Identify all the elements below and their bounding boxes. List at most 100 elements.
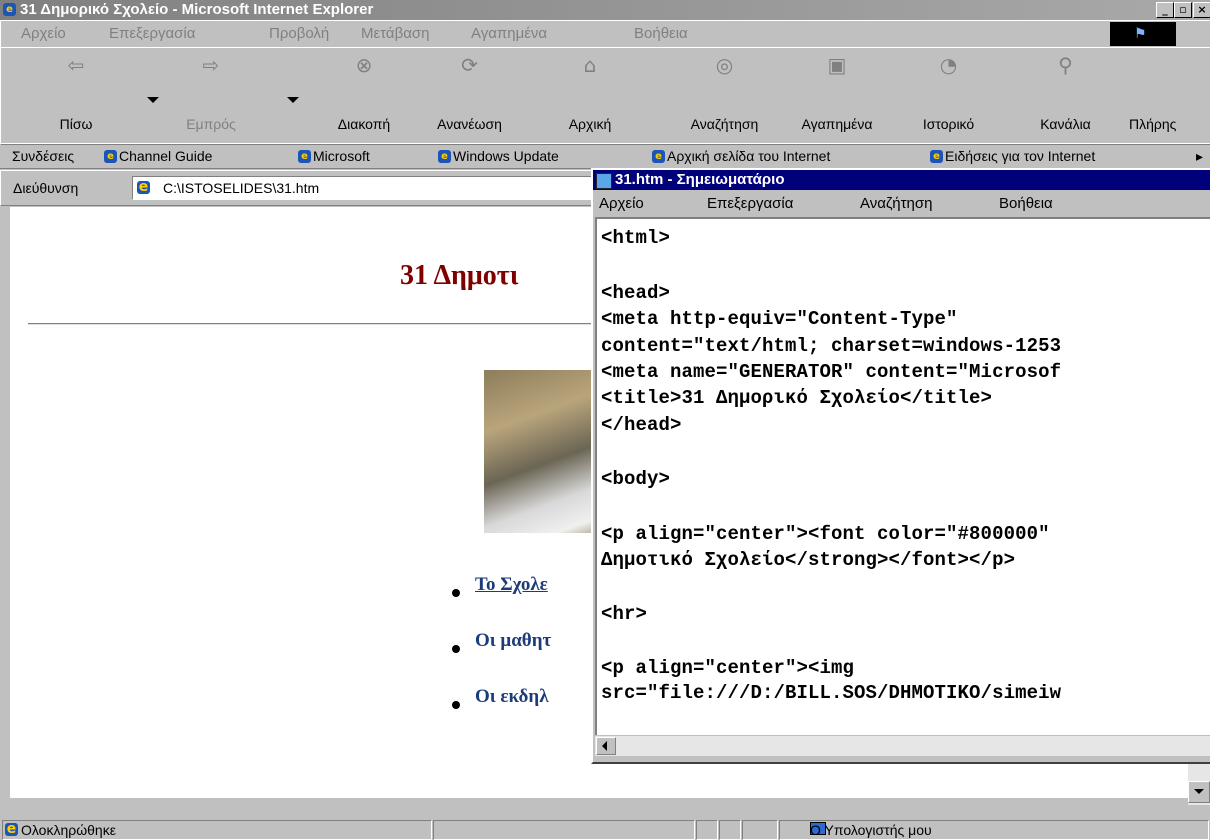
back-button[interactable]: ⇦ Πίσω (41, 53, 111, 132)
refresh-label: Ανανέωση (437, 116, 502, 132)
minimize-button[interactable]: _ (1156, 2, 1174, 18)
page-heading: 31 Δημοτι (400, 260, 519, 291)
maximize-button[interactable]: ▫ (1174, 2, 1192, 18)
bullet-icon (452, 645, 460, 653)
forward-button[interactable]: ⇨ Εμπρός (171, 53, 251, 132)
menu-view[interactable]: Προβολή (269, 25, 329, 42)
notepad-menu-help[interactable]: Βοήθεια (999, 195, 1053, 212)
notepad-menu-bar: Αρχείο Επεξεργασία Αναζήτηση Βοήθεια (593, 192, 1210, 216)
back-arrow-icon: ⇦ (67, 53, 85, 77)
bullet-icon (452, 589, 460, 597)
link-internet-news[interactable]: e Ειδήσεις για τον Internet (930, 148, 1095, 164)
links-more-chevron-icon[interactable]: ▸ (1196, 148, 1203, 165)
links-bar: Συνδέσεις e Channel Guide e Microsoft e Win… (0, 143, 1210, 169)
notepad-menu-edit[interactable]: Επεξεργασία (707, 195, 793, 212)
fullscreen-button[interactable]: □ Πλήρης (1125, 82, 1209, 132)
link-events[interactable]: Οι εκδηλ (475, 686, 549, 708)
stop-icon: ⊗ (355, 53, 373, 77)
history-label: Ιστορικό (922, 116, 975, 132)
refresh-icon: ⟳ (461, 53, 478, 77)
code-line: <head> (601, 282, 671, 304)
channels-label: Κανάλια (1040, 116, 1091, 132)
status-panel (433, 820, 695, 840)
channels-satellite-icon: ⚲ (1058, 53, 1073, 77)
status-panel (696, 820, 718, 840)
link-channel-guide[interactable]: e Channel Guide (104, 148, 212, 164)
home-button[interactable]: ⌂ Αρχική (550, 53, 630, 132)
channels-button[interactable]: ⚲ Κανάλια (1023, 53, 1108, 132)
link-students[interactable]: Οι μαθητ (475, 630, 551, 652)
code-line: <hr> (601, 603, 648, 625)
status-zone-panel: Ο Υπολογιστής μου (779, 820, 1209, 840)
bullet-icon (452, 701, 460, 709)
forward-arrow-icon: ⇨ (202, 53, 220, 77)
code-line: <p align="center"><font color="#800000" (601, 523, 1050, 545)
history-icon: ◔ (939, 53, 958, 77)
page-icon: e (298, 149, 311, 163)
code-line: content="text/html; charset=windows-1253 (601, 335, 1062, 357)
ie-toolbar: ⇦ Πίσω ⇨ Εμπρός ⊗ Διακοπή ⟳ Ανανέωση ⌂ Α… (0, 47, 1210, 145)
ie-menu-bar: Αρχείο Επεξεργασία Προβολή Μετάβαση Αγαπ… (0, 20, 1210, 48)
down-arrow-icon (1194, 789, 1204, 794)
code-line: <meta name="GENERATOR" content="Microsof (601, 361, 1062, 383)
stop-button[interactable]: ⊗ Διακοπή (319, 53, 409, 132)
notepad-menu-search[interactable]: Αναζήτηση (860, 195, 932, 212)
address-input[interactable]: e C:\ISTOSELIDES\31.htm (132, 176, 634, 200)
address-label: Διεύθυνση (13, 180, 79, 196)
notepad-menu-file[interactable]: Αρχείο (599, 195, 644, 212)
page-icon: e (5, 821, 18, 837)
notepad-window[interactable]: 31.htm - Σημειωματάριο Αρχείο Επεξεργασί… (591, 168, 1210, 764)
history-button[interactable]: ◔ Ιστορικό (901, 53, 996, 132)
ie-window-title: 31 Δημορικό Σχολείο - Microsoft Internet… (20, 1, 374, 18)
page-icon: e (137, 179, 150, 195)
link-school[interactable]: Το Σχολε (475, 574, 548, 596)
notepad-title-bar[interactable]: 31.htm - Σημειωματάριο (593, 170, 1210, 190)
status-panel (719, 820, 741, 840)
back-label: Πίσω (59, 116, 93, 132)
code-line: <html> (601, 227, 671, 249)
code-line: </head> (601, 414, 682, 436)
ie-page-icon: e (3, 3, 16, 16)
search-label: Αναζήτηση (690, 116, 759, 132)
scroll-down-button[interactable] (1188, 781, 1210, 803)
search-button[interactable]: ◎ Αναζήτηση (667, 53, 782, 132)
notepad-title: 31.htm - Σημειωματάριο (615, 171, 785, 188)
ie-title-bar[interactable]: e 31 Δημορικό Σχολείο - Microsoft Intern… (0, 0, 1210, 20)
code-line: <body> (601, 468, 671, 490)
link-internet-start[interactable]: e Αρχική σελίδα του Internet (652, 148, 830, 164)
fullscreen-label: Πλήρης (1129, 116, 1177, 132)
close-button[interactable]: × (1193, 2, 1210, 18)
windows-logo: ⚑ (1110, 22, 1176, 46)
page-icon: e (104, 149, 117, 163)
menu-help[interactable]: Βοήθεια (634, 25, 688, 42)
menu-go[interactable]: Μετάβαση (361, 25, 429, 42)
code-line: src="file:///D:/BILL.SOS/DHMOTIKO/simeiw (601, 682, 1062, 704)
left-arrow-icon (602, 741, 607, 751)
home-label: Αρχική (568, 116, 612, 132)
status-panel (742, 820, 778, 840)
forward-label: Εμπρός (186, 116, 236, 132)
menu-favorites[interactable]: Αγαπημένα (471, 25, 547, 42)
link-windows-update[interactable]: e Windows Update (438, 148, 559, 164)
favorites-button[interactable]: ▣ Αγαπημένα (777, 53, 897, 132)
refresh-button[interactable]: ⟳ Ανανέωση (417, 53, 522, 132)
page-icon: e (652, 149, 665, 163)
scroll-left-button[interactable] (596, 737, 616, 755)
status-text: Ολοκληρώθηκε (21, 822, 116, 838)
code-line: <meta http-equiv="Content-Type" (601, 308, 958, 330)
page-icon: e (930, 149, 943, 163)
forward-dropdown-icon[interactable] (287, 97, 299, 103)
code-line: <title>31 Δημορικό Σχολείο</title> (601, 387, 993, 409)
link-microsoft[interactable]: e Microsoft (298, 148, 370, 164)
links-label[interactable]: Συνδέσεις (12, 148, 74, 164)
windows-flag-icon: ⚑ (1134, 26, 1147, 42)
page-icon: e (438, 149, 451, 163)
menu-edit[interactable]: Επεξεργασία (109, 25, 195, 42)
status-bar: e Ολοκληρώθηκε Ο Υπολογιστής μου (0, 818, 1210, 840)
code-line: <p align="center"><img (601, 657, 855, 679)
notepad-horizontal-scrollbar[interactable] (595, 735, 1210, 756)
menu-file[interactable]: Αρχείο (21, 25, 66, 42)
notepad-text-area[interactable]: <html> <head> <meta http-equiv="Content-… (595, 217, 1210, 739)
address-value: C:\ISTOSELIDES\31.htm (163, 180, 320, 196)
back-dropdown-icon[interactable] (147, 97, 159, 103)
